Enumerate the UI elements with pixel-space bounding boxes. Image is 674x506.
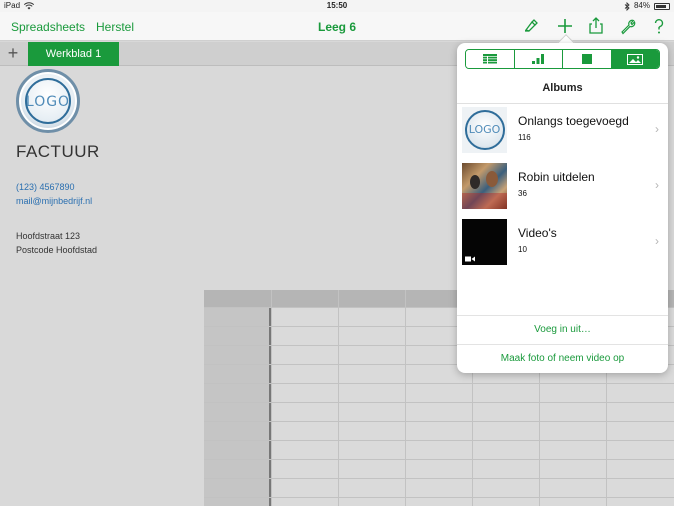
album-count: 36 [518, 189, 527, 198]
logo-image[interactable]: LOGO [16, 69, 80, 133]
album-thumbnail-logo-text: LOGO [468, 123, 501, 136]
album-recently-added[interactable]: LOGO Onlangs toegevoegd 116 › [457, 103, 668, 159]
divider [457, 315, 668, 316]
album-thumbnail: LOGO [462, 107, 507, 153]
album-videos[interactable]: Video's 10 › [457, 215, 668, 271]
table-column-line [271, 290, 272, 506]
city-text[interactable]: Postcode Hoofdstad [16, 245, 97, 255]
street-text[interactable]: Hoofdstraat 123 [16, 231, 80, 241]
help-icon[interactable] [650, 17, 668, 35]
chevron-right-icon: › [655, 122, 659, 136]
insert-from-button[interactable]: Voeg in uit… [457, 324, 668, 335]
table-row-line [204, 440, 674, 441]
album-name: Onlangs toegevoegd [518, 114, 629, 128]
table-row-line [204, 497, 674, 498]
battery-icon [654, 2, 670, 10]
battery-level [656, 4, 667, 8]
table-row-line [204, 478, 674, 479]
invoice-title[interactable]: FACTUUR [16, 142, 100, 162]
table-column-line [405, 290, 406, 506]
logo-text: LOGO [25, 94, 71, 110]
take-photo-button[interactable]: Maak foto of neem video op [457, 353, 668, 364]
table-column-line [338, 290, 339, 506]
plus-icon[interactable] [556, 17, 574, 35]
share-icon[interactable] [587, 17, 605, 35]
chevron-right-icon: › [655, 234, 659, 248]
album-thumbnail [462, 163, 507, 209]
album-name: Robin uitdelen [518, 170, 595, 184]
status-right: 84% [624, 0, 670, 12]
album-count: 116 [518, 133, 531, 142]
phone-text[interactable]: (123) 4567890 [16, 182, 75, 192]
wrench-icon[interactable] [619, 17, 637, 35]
insert-type-selector [465, 49, 660, 69]
battery-percent: 84% [633, 1, 650, 10]
table-row-line [204, 402, 674, 403]
table-icon[interactable] [466, 50, 515, 68]
table-row-line [204, 383, 674, 384]
undo-button[interactable]: Herstel [96, 20, 134, 34]
album-name: Video's [518, 226, 557, 240]
bluetooth-icon [624, 1, 630, 11]
album-robin-share[interactable]: Robin uitdelen 36 › [457, 159, 668, 215]
spreadsheets-button[interactable]: Spreadsheets [11, 20, 85, 34]
shape-icon[interactable] [563, 50, 612, 68]
album-count: 10 [518, 245, 527, 254]
email-link[interactable]: mail@mijnbedrijf.nl [16, 196, 92, 206]
video-camera-icon [465, 256, 475, 262]
tab-werkblad-1[interactable]: Werkblad 1 [28, 42, 119, 66]
chart-icon[interactable] [514, 50, 563, 68]
paintbrush-icon[interactable] [522, 17, 540, 35]
table-row-line [204, 421, 674, 422]
media-icon[interactable] [611, 50, 659, 68]
divider [457, 344, 668, 345]
add-sheet-button[interactable]: + [4, 44, 22, 62]
albums-title: Albums [457, 80, 668, 104]
album-thumbnail [462, 219, 507, 265]
navigation-bar: Spreadsheets Herstel Leeg 6 [0, 12, 674, 41]
table-row-line [204, 459, 674, 460]
table-header-column[interactable] [204, 307, 271, 506]
chevron-right-icon: › [655, 178, 659, 192]
status-bar: iPad 15:50 84% [0, 0, 674, 12]
insert-popover: Albums LOGO Onlangs toegevoegd 116 › Rob… [457, 43, 668, 373]
status-time: 15:50 [326, 1, 348, 10]
